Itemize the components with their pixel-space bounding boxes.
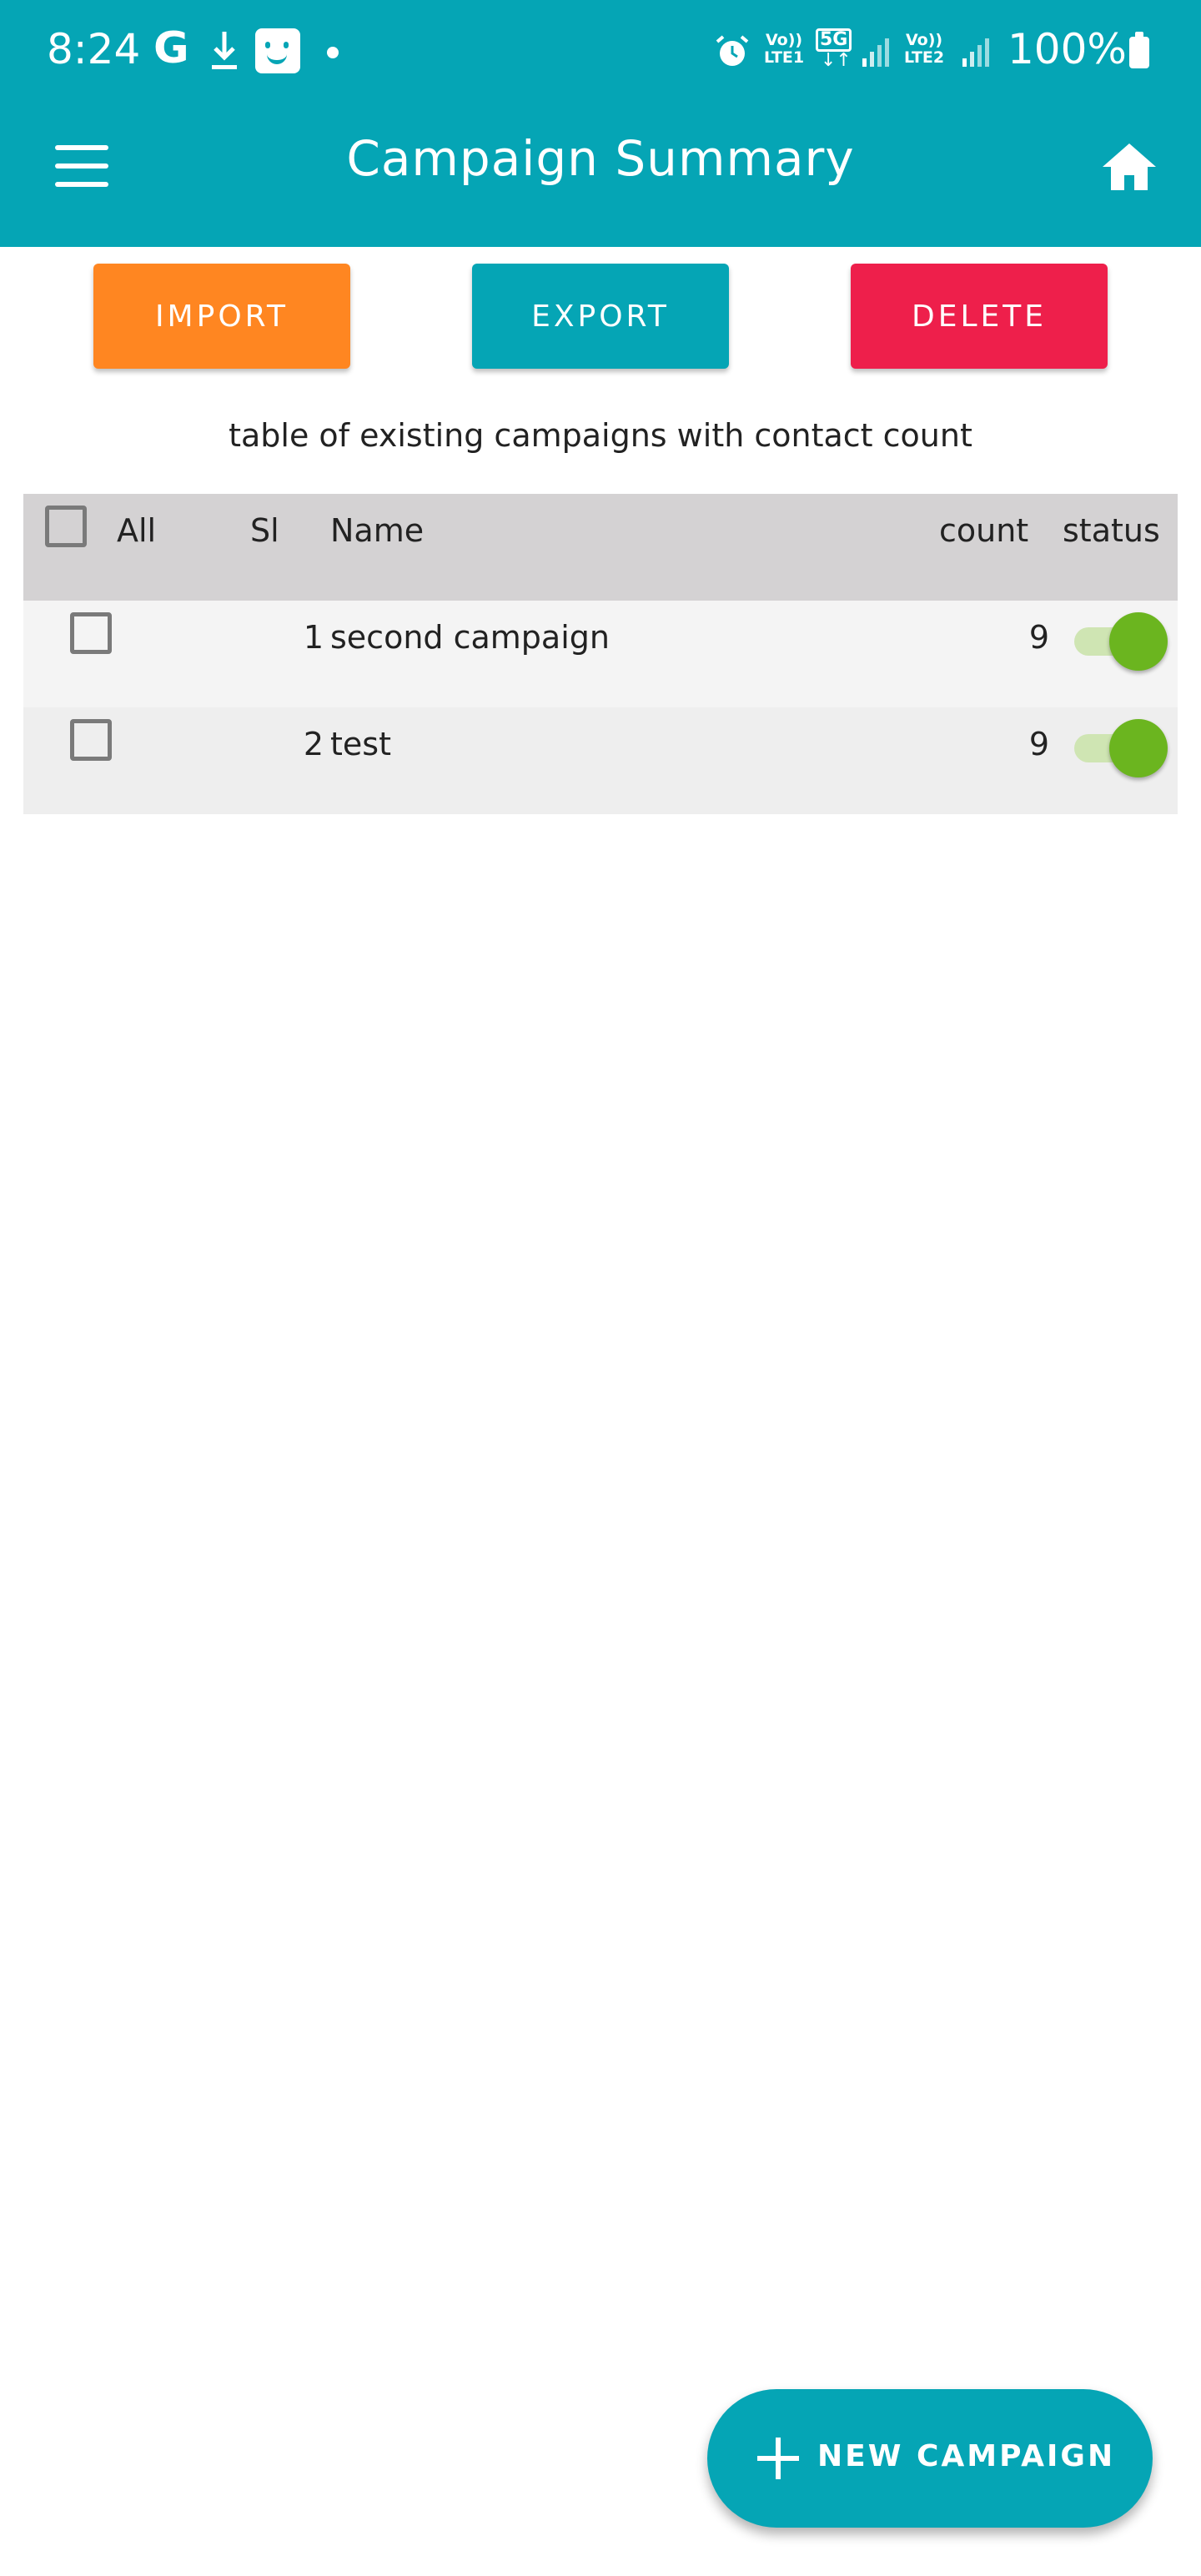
table-caption: table of existing campaigns with contact…: [229, 417, 972, 454]
import-button[interactable]: IMPORT: [93, 264, 350, 369]
download-icon: [212, 32, 237, 69]
export-button[interactable]: EXPORT: [472, 264, 729, 369]
row-select-checkbox[interactable]: [70, 719, 112, 761]
toggle-knob: [1109, 612, 1168, 671]
volte-label: Vo)): [906, 31, 943, 49]
network-lte1-indicator: Vo)) LTE1: [764, 32, 804, 67]
alarm-icon: [716, 35, 749, 66]
app-bar: Campaign Summary: [0, 105, 1201, 247]
plus-icon: [757, 2438, 799, 2479]
status-time: 8:24: [47, 25, 141, 73]
status-toggle[interactable]: [1071, 612, 1171, 671]
notification-app-icon: [255, 28, 300, 73]
toggle-knob: [1109, 719, 1168, 777]
table-row: 1 second campaign 9: [23, 601, 1178, 707]
column-header-status: status: [1063, 512, 1160, 549]
status-toggle[interactable]: [1071, 719, 1171, 777]
signal-strength-icon: [962, 38, 989, 67]
5g-badge: 5G: [816, 28, 852, 52]
column-header-name: Name: [330, 512, 425, 549]
page-title: Campaign Summary: [346, 130, 855, 187]
row-sl: 1: [303, 619, 324, 656]
table-row: 2 test 9: [23, 707, 1178, 814]
signal-strength-icon: [862, 38, 889, 67]
row-campaign-name: test: [330, 726, 391, 762]
campaign-table: All Sl Name count status 1 second campai…: [23, 494, 1178, 814]
select-all-checkbox[interactable]: [45, 506, 87, 547]
row-contact-count: 9: [1028, 619, 1049, 656]
row-contact-count: 9: [1028, 726, 1049, 762]
delete-button[interactable]: DELETE: [851, 264, 1108, 369]
select-all-label: All: [117, 512, 157, 549]
status-bar: 8:24 G Vo)) LTE1 5G ↓↑ Vo)) LTE2 100%: [0, 0, 1201, 105]
lte2-label: LTE2: [904, 48, 945, 67]
row-select-checkbox[interactable]: [70, 612, 112, 654]
row-sl: 2: [303, 726, 324, 762]
column-header-sl: Sl: [250, 512, 279, 549]
row-campaign-name: second campaign: [330, 619, 610, 656]
google-icon: G: [153, 23, 189, 73]
new-campaign-button[interactable]: NEW CAMPAIGN: [707, 2389, 1153, 2528]
battery-icon: [1129, 32, 1149, 68]
new-campaign-label: NEW CAMPAIGN: [817, 2439, 1116, 2473]
top-bar: 8:24 G Vo)) LTE1 5G ↓↑ Vo)) LTE2 100% Ca…: [0, 0, 1201, 247]
volte-label: Vo)): [766, 31, 803, 49]
battery-percentage: 100%: [1008, 25, 1127, 73]
lte1-label: LTE1: [764, 48, 805, 67]
column-header-count: count: [939, 512, 1029, 549]
table-header-row: All Sl Name count status: [23, 494, 1178, 601]
network-lte2-indicator: Vo)) LTE2: [904, 32, 944, 67]
more-notifications-dot-icon: [327, 47, 339, 58]
home-icon[interactable]: [1099, 137, 1159, 197]
data-activity-arrows-icon: ↓↑: [821, 50, 852, 71]
